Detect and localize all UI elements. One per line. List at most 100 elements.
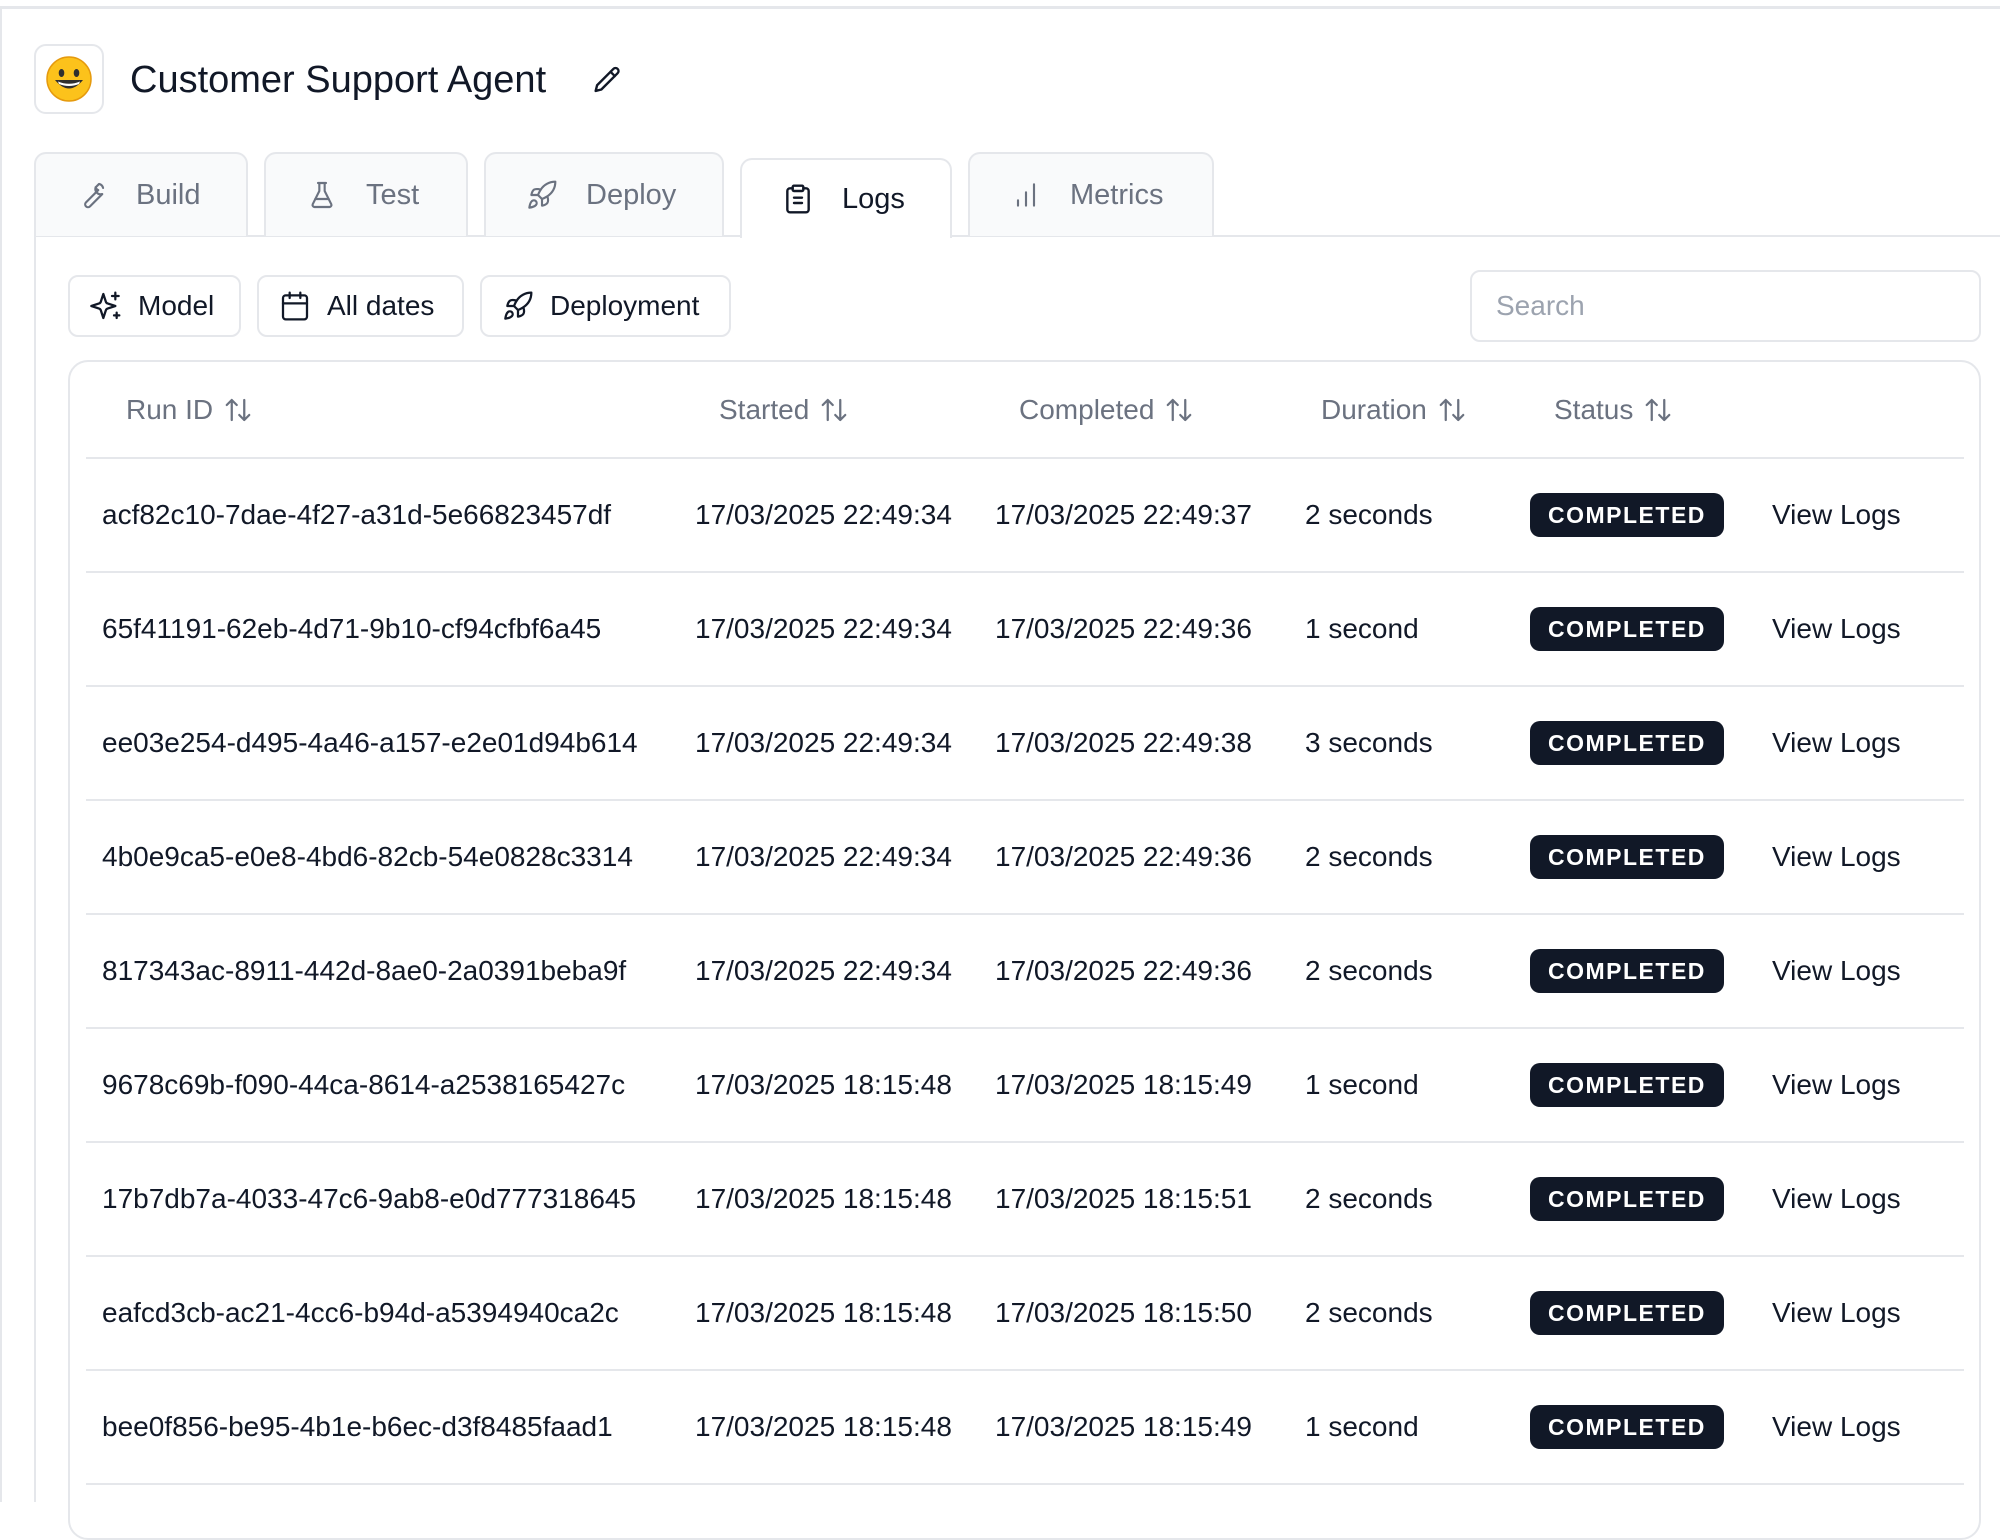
column-header-label: Run ID [126,393,214,425]
started-cell: 17/03/2025 22:49:34 [695,572,995,687]
table-row[interactable]: 9678c69b-f090-44ca-8614-a2538165427c 17/0… [86,1028,1964,1143]
table-row[interactable]: eafcd3cb-ac21-4cc6-b94d-a5394940ca2c 17/0… [86,1256,1964,1371]
status-badge: COMPLETED [1530,1177,1724,1221]
view-logs-link[interactable]: View Logs [1772,727,1901,758]
duration-cell: 2 seconds [1297,1142,1530,1257]
column-header-duration[interactable]: Duration [1297,362,1530,459]
started-cell: 17/03/2025 18:15:48 [695,1370,995,1485]
sparkles-icon [90,291,121,320]
duration-cell: 2 seconds [1297,1256,1530,1371]
action-cell: View Logs [1772,800,1964,915]
completed-cell: 17/03/2025 18:15:49 [995,1370,1297,1485]
run-id-cell: 4b0e9ca5-e0e8-4bd6-82cb-54e0828c3314 [86,800,695,915]
tab-deploy[interactable]: Deploy [484,152,724,236]
view-logs-link[interactable]: View Logs [1772,613,1901,644]
view-logs-link[interactable]: View Logs [1772,1069,1901,1100]
action-cell: View Logs [1772,458,1964,573]
column-header-label: Status [1554,393,1634,425]
tab-build[interactable]: Build [34,152,248,236]
status-cell: COMPLETED [1530,572,1772,687]
sort-icon [1439,398,1465,421]
status-badge: COMPLETED [1530,835,1724,879]
status-badge: COMPLETED [1530,1291,1724,1335]
duration-cell: 2 seconds [1297,458,1530,573]
action-cell: View Logs [1772,572,1964,687]
started-cell: 17/03/2025 22:49:34 [695,686,995,801]
status-badge: COMPLETED [1530,949,1724,993]
column-header-label: Started [719,393,810,425]
date-filter-button[interactable]: All dates [257,275,464,337]
tab-build-label: Build [136,178,201,211]
status-badge: COMPLETED [1530,721,1724,765]
status-cell: COMPLETED [1530,1370,1772,1485]
tab-test[interactable]: Test [264,152,468,236]
sort-icon [1646,398,1671,421]
table-row[interactable]: 4b0e9ca5-e0e8-4bd6-82cb-54e0828c3314 17/0… [86,800,1964,915]
tab-logs-label: Logs [842,182,905,215]
runs-table-card: Run ID Started Completed Duration Status… [68,360,1981,1540]
search-input[interactable] [1470,270,1981,342]
sort-icon [1167,398,1192,421]
page-title: Customer Support Agent [130,59,547,101]
duration-cell: 2 seconds [1297,800,1530,915]
rocket-icon [528,180,557,209]
view-logs-link[interactable]: View Logs [1772,1183,1901,1214]
completed-cell: 17/03/2025 18:15:49 [995,1028,1297,1143]
table-row[interactable]: acf82c10-7dae-4f27-a31d-5e66823457df 17/0… [86,458,1964,573]
bar-chart-icon [1016,183,1036,207]
column-header-completed[interactable]: Completed [995,362,1297,459]
started-cell: 17/03/2025 22:49:34 [695,800,995,915]
view-logs-link[interactable]: View Logs [1772,1411,1901,1442]
started-cell: 17/03/2025 18:15:48 [695,1028,995,1143]
started-cell: 17/03/2025 18:15:48 [695,1256,995,1371]
deployment-filter-label: Deployment [550,290,700,321]
pencil-edit-icon[interactable] [590,64,624,98]
started-cell: 17/03/2025 22:49:34 [695,458,995,573]
column-header-run-id[interactable]: Run ID [86,362,695,459]
tab-metrics-label: Metrics [1070,178,1164,211]
status-cell: COMPLETED [1530,1256,1772,1371]
duration-cell: 1 second [1297,572,1530,687]
date-filter-label: All dates [327,290,435,321]
table-row[interactable]: 817343ac-8911-442d-8ae0-2a0391beba9f 17/0… [86,914,1964,1029]
wrench-icon [84,182,105,209]
status-cell: COMPLETED [1530,1142,1772,1257]
duration-cell: 1 second [1297,1370,1530,1485]
status-badge: COMPLETED [1530,1063,1724,1107]
agent-avatar[interactable] [34,44,104,114]
column-header-actions [1772,362,1964,459]
table-header-row: Run ID Started Completed Duration Status [86,362,1964,459]
model-filter-button[interactable]: Model [68,275,241,337]
duration-cell: 2 seconds [1297,914,1530,1029]
column-header-label: Duration [1321,393,1427,425]
view-logs-link[interactable]: View Logs [1772,499,1901,530]
tab-metrics[interactable]: Metrics [968,152,1214,236]
panel-border [34,236,36,1502]
action-cell: View Logs [1772,1370,1964,1485]
view-logs-link[interactable]: View Logs [1772,841,1901,872]
table-row[interactable]: 65f41191-62eb-4d71-9b10-cf94cfbf6a45 17/0… [86,572,1964,687]
left-divider [0,6,2,1502]
table-row[interactable]: 17b7db7a-4033-47c6-9ab8-e0d777318645 17/0… [86,1142,1964,1257]
column-header-status[interactable]: Status [1530,362,1772,459]
smiley-face-icon [46,56,92,102]
view-logs-link[interactable]: View Logs [1772,1297,1901,1328]
tab-deploy-label: Deploy [586,178,677,211]
run-id-cell: 17b7db7a-4033-47c6-9ab8-e0d777318645 [86,1142,695,1257]
table-row[interactable]: bee0f856-be95-4b1e-b6ec-d3f8485faad1 17/0… [86,1370,1964,1485]
run-id-cell: 9678c69b-f090-44ca-8614-a2538165427c [86,1028,695,1143]
completed-cell: 17/03/2025 22:49:36 [995,572,1297,687]
tab-logs[interactable]: Logs [740,158,952,238]
sort-icon [821,398,847,421]
deployment-filter-button[interactable]: Deployment [480,275,731,337]
status-cell: COMPLETED [1530,1028,1772,1143]
column-header-started[interactable]: Started [695,362,995,459]
action-cell: View Logs [1772,686,1964,801]
run-id-cell: ee03e254-d495-4a46-a157-e2e01d94b614 [86,686,695,801]
clipboard-icon [786,184,810,214]
status-cell: COMPLETED [1530,686,1772,801]
status-badge: COMPLETED [1530,607,1724,651]
table-row[interactable]: ee03e254-d495-4a46-a157-e2e01d94b614 17/0… [86,686,1964,801]
view-logs-link[interactable]: View Logs [1772,955,1901,986]
sort-icon [225,398,251,421]
